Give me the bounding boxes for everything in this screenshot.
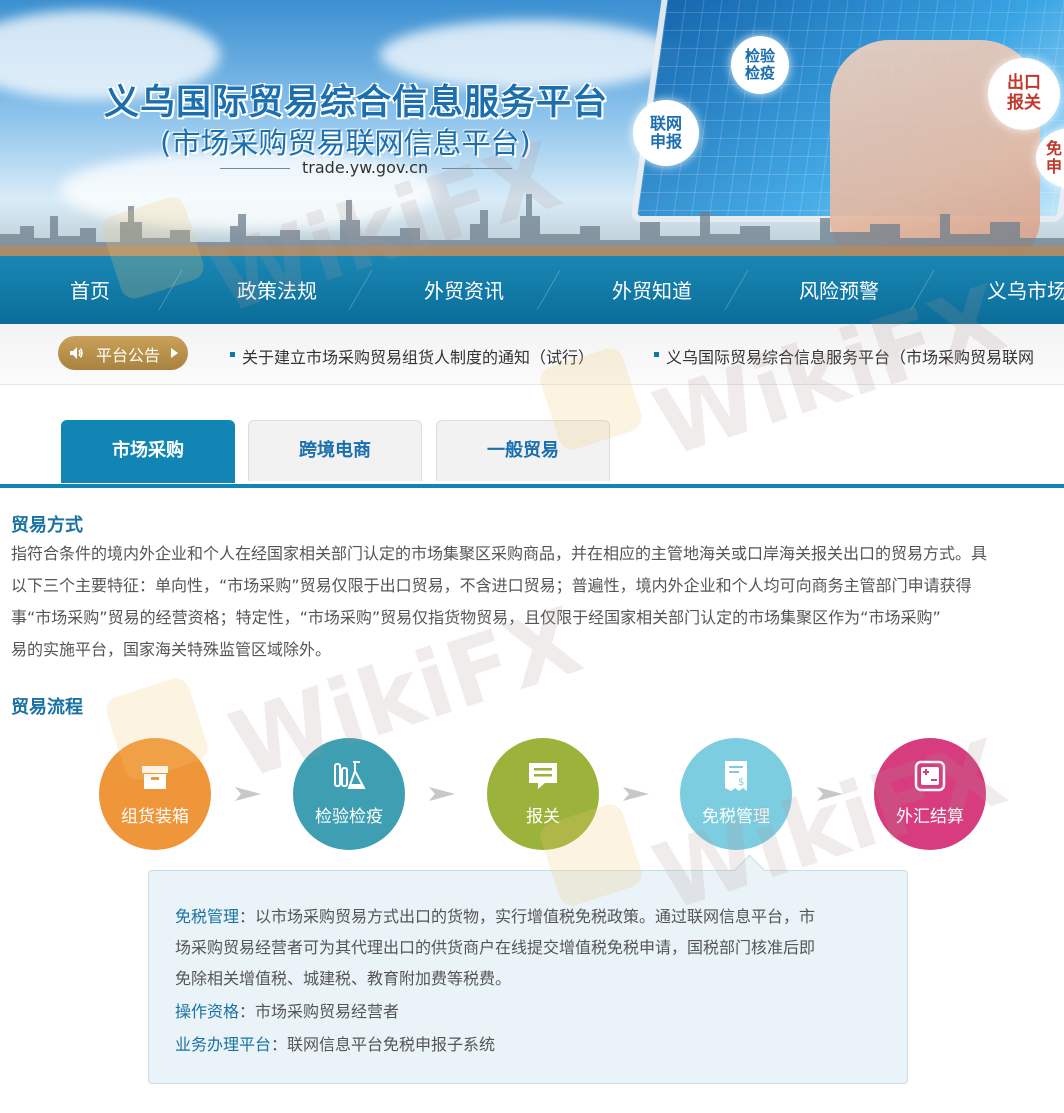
nav-item-home[interactable]: 首页 xyxy=(70,256,110,324)
url-divider xyxy=(220,168,290,169)
bubble-export-declare: 出口 报关 xyxy=(988,58,1060,130)
banner-url: trade.yw.gov.cn xyxy=(302,158,429,177)
nav-separator xyxy=(158,270,183,310)
calculator-icon xyxy=(914,760,946,792)
arrow-right-icon xyxy=(817,787,843,801)
step-label: 检验检疫 xyxy=(315,807,383,827)
message-icon xyxy=(529,763,557,789)
box-icon xyxy=(142,766,168,789)
nav-separator xyxy=(910,270,935,310)
nav-item-risk-alert[interactable]: 风险预警 xyxy=(799,256,879,324)
nav-item-yiwu-market[interactable]: 义乌市场 xyxy=(987,256,1064,324)
detail-text: ：联网信息平台免税申报子系统 xyxy=(271,1035,496,1054)
arrow-right-icon xyxy=(623,787,649,801)
detail-key: 业务办理平台 xyxy=(175,1035,272,1054)
trade-method-title: 贸易方式 xyxy=(11,515,83,536)
detail-platform: 业务办理平台：联网信息平台免税申报子系统 xyxy=(175,1031,495,1055)
city-skyline-icon xyxy=(0,194,1064,256)
announcement-badge[interactable]: 平台公告 xyxy=(58,336,188,370)
description-line: 指符合条件的境内外企业和个人在经国家相关部门认定的市场集聚区采购商品，并在相应的… xyxy=(11,544,988,563)
panel-pointer xyxy=(734,854,765,885)
nav-item-knowledge[interactable]: 外贸知道 xyxy=(612,256,692,324)
banner-title: 义乌国际贸易综合信息服务平台 xyxy=(104,83,609,123)
detail-text: 免除相关增值税、城建税、教育附加费等税费。 xyxy=(175,969,512,988)
announcement-label: 平台公告 xyxy=(96,346,161,365)
step-detail-panel: 免税管理：以市场采购贸易方式出口的货物，实行增值税免税政策。通过联网信息平台，市… xyxy=(148,854,908,1084)
receipt-icon: $ xyxy=(725,761,747,791)
trade-process-title: 贸易流程 xyxy=(11,697,83,718)
banner-subtitle: (市场采购贸易联网信息平台) xyxy=(160,126,531,160)
speaker-icon xyxy=(70,347,83,359)
trade-method-description: 指符合条件的境内外企业和个人在经国家相关部门认定的市场集聚区采购商品，并在相应的… xyxy=(11,538,1064,666)
announcement-item[interactable]: 义乌国际贸易综合信息服务平台（市场采购贸易联网 xyxy=(653,344,1034,368)
url-divider xyxy=(442,168,512,169)
caret-right-icon xyxy=(171,348,178,358)
detail-text: 场采购贸易经营者可为其代理出口的供货商户在线提交增值税免税申请，国税部门核准后即 xyxy=(175,938,816,957)
arrow-right-icon xyxy=(429,787,455,801)
tab-market-procurement[interactable]: 市场采购 xyxy=(61,420,235,483)
detail-qualification: 操作资格：市场采购贸易经营者 xyxy=(175,998,399,1022)
step-consolidation[interactable]: 组货装箱 xyxy=(99,738,211,850)
step-inspection-quarantine[interactable]: 检验检疫 xyxy=(293,738,405,850)
header-banner: 义乌国际贸易综合信息服务平台 (市场采购贸易联网信息平台) trade.yw.g… xyxy=(0,0,1064,256)
step-customs-declaration[interactable]: 报关 xyxy=(487,738,599,850)
bubble-online-declare: 联网 申报 xyxy=(633,100,699,166)
nav-separator xyxy=(724,270,749,310)
detail-text: ：市场采购贸易经营者 xyxy=(239,1002,400,1021)
nav-separator xyxy=(536,270,561,310)
nav-item-news[interactable]: 外贸资讯 xyxy=(424,256,504,324)
step-tax-exemption[interactable]: $ 免税管理 xyxy=(680,738,792,850)
nav-item-policy[interactable]: 政策法规 xyxy=(237,256,317,324)
description-line: 事“市场采购”贸易的经营资格；特定性，“市场采购”贸易仅指货物贸易，且仅限于经国… xyxy=(11,608,941,627)
tab-general-trade[interactable]: 一般贸易 xyxy=(436,420,610,481)
trade-type-tabs: 市场采购 跨境电商 一般贸易 xyxy=(0,418,1064,488)
step-forex-settlement[interactable]: 外汇结算 xyxy=(874,738,986,850)
flask-icon xyxy=(334,761,366,789)
announcement-item[interactable]: 关于建立市场采购贸易组货人制度的通知（试行） xyxy=(229,344,594,368)
detail-text: ：以市场采购贸易方式出口的货物，实行增值税免税政策。通过联网信息平台，市 xyxy=(239,907,816,926)
nav-separator xyxy=(348,270,373,310)
announcement-bar: 平台公告 关于建立市场采购贸易组货人制度的通知（试行） 义乌国际贸易综合信息服务… xyxy=(0,324,1064,385)
arrow-right-icon xyxy=(235,787,261,801)
detail-key: 操作资格 xyxy=(175,1002,240,1021)
main-navigation: 首页 政策法规 外贸资讯 外贸知道 风险预警 义乌市场 xyxy=(0,256,1064,324)
step-label: 外汇结算 xyxy=(896,807,964,827)
step-label: 组货装箱 xyxy=(121,807,189,827)
bubble-inspection: 检验 检疫 xyxy=(731,36,789,94)
description-line: 易的实施平台，国家海关特殊监管区域除外。 xyxy=(11,640,332,659)
step-label: 报关 xyxy=(526,807,560,827)
detail-description: 免税管理：以市场采购贸易方式出口的货物，实行增值税免税政策。通过联网信息平台，市 xyxy=(175,903,815,927)
description-line: 以下三个主要特征：单向性，“市场采购”贸易仅限于出口贸易，不含进口贸易；普遍性，… xyxy=(11,576,972,595)
detail-key: 免税管理 xyxy=(175,907,240,926)
step-label: 免税管理 xyxy=(702,807,770,827)
tab-cross-border-ecommerce[interactable]: 跨境电商 xyxy=(248,420,422,481)
svg-text:$: $ xyxy=(738,777,744,788)
